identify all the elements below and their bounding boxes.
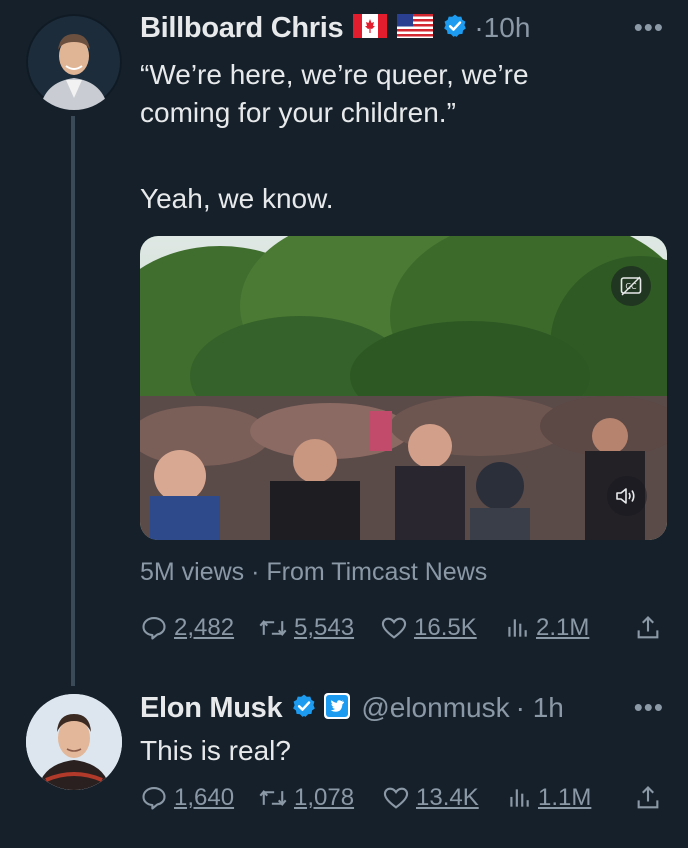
tweet1-text: “We’re here, we’re queer, we’re coming f… [140, 56, 529, 132]
tweet-time[interactable]: ·10h [474, 12, 530, 44]
like-button[interactable]: 13.4K [382, 778, 479, 818]
more-options-icon[interactable]: ••• [634, 694, 664, 720]
heart-icon [381, 617, 407, 639]
reply-button[interactable]: 2,482 [140, 608, 234, 648]
repost-button[interactable]: 1,078 [258, 778, 354, 818]
tweet1-action-bar: 2,482 5,543 16.5K 2.1M [140, 608, 664, 648]
reply-count: 2,482 [174, 614, 235, 641]
reply-icon [142, 617, 166, 640]
analytics-icon [508, 619, 527, 637]
view-count: 1.1M [538, 784, 592, 811]
verified-badge-icon[interactable] [291, 693, 317, 724]
author-avatar[interactable] [26, 14, 122, 110]
volume-button[interactable] [607, 476, 647, 516]
tweet1-text-line3: Yeah, we know. [140, 183, 334, 214]
video-thumbnail [140, 236, 667, 540]
share-icon [637, 786, 659, 809]
tweet2-action-bar: 1,640 1,078 13.4K 1.1M [140, 778, 664, 818]
share-icon [637, 616, 659, 639]
repost-count: 5,543 [294, 614, 355, 641]
analytics-button[interactable]: 1.1M [506, 778, 591, 818]
more-options-icon[interactable]: ••• [634, 14, 664, 40]
like-count: 16.5K [414, 614, 477, 641]
views-source-text: 5M views · From Timcast News [140, 558, 488, 586]
reply-button[interactable]: 1,640 [140, 778, 234, 818]
heart-icon [383, 787, 409, 809]
tweet2-text: This is real? [140, 735, 291, 766]
like-button[interactable]: 16.5K [380, 608, 477, 648]
share-button[interactable] [634, 778, 662, 818]
canada-flag-icon [353, 13, 388, 43]
tweet1-text-line1: “We’re here, we’re queer, we’re [140, 59, 529, 90]
affiliate-badge-icon[interactable] [323, 692, 351, 725]
repost-icon [259, 790, 287, 806]
cc-icon: CC [620, 276, 642, 296]
thread-connector-line [71, 116, 75, 686]
tweet-time[interactable]: · 1h [516, 692, 564, 724]
video-player[interactable]: CC [140, 236, 667, 540]
author-avatar[interactable] [26, 694, 122, 790]
reply-icon [142, 787, 166, 810]
usa-flag-icon [397, 13, 434, 43]
share-button[interactable] [634, 608, 662, 648]
repost-button[interactable]: 5,543 [258, 608, 354, 648]
verified-badge-icon[interactable] [442, 13, 468, 44]
tweet2-header: Elon Musk @elonmusk · 1h [140, 688, 564, 728]
like-count: 13.4K [416, 784, 479, 811]
analytics-button[interactable]: 2.1M [504, 608, 589, 648]
author-name[interactable]: Elon Musk [140, 692, 283, 725]
reply-count: 1,640 [174, 784, 235, 811]
author-name[interactable]: Billboard Chris [140, 12, 344, 45]
analytics-icon [510, 789, 529, 807]
repost-icon [259, 620, 287, 636]
view-count: 2.1M [536, 614, 590, 641]
tweet1-text-line2: coming for your children.” [140, 97, 456, 128]
tweet1-header: Billboard Chris ·10h [140, 8, 530, 48]
author-handle[interactable]: @elonmusk [361, 692, 509, 724]
speaker-icon [616, 488, 635, 504]
repost-count: 1,078 [294, 784, 355, 811]
closed-captions-button[interactable]: CC [611, 266, 651, 306]
